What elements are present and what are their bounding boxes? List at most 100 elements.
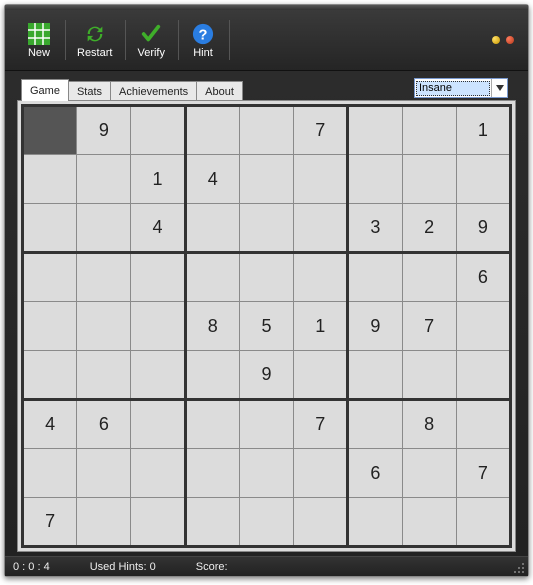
cell-7-0[interactable] <box>23 449 77 498</box>
cell-0-0[interactable] <box>23 106 77 155</box>
resize-grip[interactable] <box>513 562 525 574</box>
cell-3-7[interactable] <box>402 253 456 302</box>
cell-4-0[interactable] <box>23 302 77 351</box>
cell-7-8[interactable]: 7 <box>456 449 510 498</box>
cell-7-5[interactable] <box>294 449 348 498</box>
cell-1-4[interactable] <box>239 155 293 204</box>
cell-2-2[interactable]: 4 <box>131 204 185 253</box>
cell-8-6[interactable] <box>348 498 402 547</box>
refresh-icon <box>84 23 106 45</box>
cell-4-4[interactable]: 5 <box>239 302 293 351</box>
cell-6-6[interactable] <box>348 400 402 449</box>
cell-0-5[interactable]: 7 <box>294 106 348 155</box>
cell-3-6[interactable] <box>348 253 402 302</box>
cell-1-6[interactable] <box>348 155 402 204</box>
verify-button[interactable]: Verify <box>128 16 174 64</box>
cell-3-2[interactable] <box>131 253 185 302</box>
cell-8-8[interactable] <box>456 498 510 547</box>
cell-4-3[interactable]: 8 <box>185 302 239 351</box>
cell-1-3[interactable]: 4 <box>185 155 239 204</box>
cell-8-0[interactable]: 7 <box>23 498 77 547</box>
cell-6-0[interactable]: 4 <box>23 400 77 449</box>
cell-6-1[interactable]: 6 <box>77 400 131 449</box>
cell-3-1[interactable] <box>77 253 131 302</box>
verify-label: Verify <box>137 47 165 59</box>
cell-0-6[interactable] <box>348 106 402 155</box>
difficulty-select[interactable]: Insane <box>414 78 508 98</box>
cell-0-4[interactable] <box>239 106 293 155</box>
cell-5-6[interactable] <box>348 351 402 400</box>
cell-3-5[interactable] <box>294 253 348 302</box>
cell-1-5[interactable] <box>294 155 348 204</box>
cell-2-0[interactable] <box>23 204 77 253</box>
sudoku-grid: 97114432968519794678677 <box>21 104 512 548</box>
cell-5-4[interactable]: 9 <box>239 351 293 400</box>
status-hints: Used Hints: 0 <box>90 561 156 573</box>
cell-7-1[interactable] <box>77 449 131 498</box>
cell-6-5[interactable]: 7 <box>294 400 348 449</box>
cell-8-2[interactable] <box>131 498 185 547</box>
cell-4-5[interactable]: 1 <box>294 302 348 351</box>
cell-6-2[interactable] <box>131 400 185 449</box>
cell-0-2[interactable] <box>131 106 185 155</box>
cell-3-3[interactable] <box>185 253 239 302</box>
cell-6-7[interactable]: 8 <box>402 400 456 449</box>
cell-3-4[interactable] <box>239 253 293 302</box>
cell-1-0[interactable] <box>23 155 77 204</box>
cell-6-3[interactable] <box>185 400 239 449</box>
hint-button[interactable]: ? Hint <box>181 16 225 64</box>
check-icon <box>140 23 162 45</box>
minimize-icon[interactable] <box>492 36 500 44</box>
cell-2-3[interactable] <box>185 204 239 253</box>
restart-button[interactable]: Restart <box>68 16 121 64</box>
cell-8-4[interactable] <box>239 498 293 547</box>
cell-2-6[interactable]: 3 <box>348 204 402 253</box>
cell-6-8[interactable] <box>456 400 510 449</box>
cell-3-0[interactable] <box>23 253 77 302</box>
cell-2-7[interactable]: 2 <box>402 204 456 253</box>
cell-7-3[interactable] <box>185 449 239 498</box>
tab-achievements[interactable]: Achievements <box>110 81 197 101</box>
cell-5-7[interactable] <box>402 351 456 400</box>
cell-0-1[interactable]: 9 <box>77 106 131 155</box>
close-icon[interactable] <box>506 36 514 44</box>
cell-4-7[interactable]: 7 <box>402 302 456 351</box>
cell-7-6[interactable]: 6 <box>348 449 402 498</box>
cell-4-6[interactable]: 9 <box>348 302 402 351</box>
cell-2-5[interactable] <box>294 204 348 253</box>
cell-5-8[interactable] <box>456 351 510 400</box>
cell-0-3[interactable] <box>185 106 239 155</box>
cell-4-2[interactable] <box>131 302 185 351</box>
cell-5-0[interactable] <box>23 351 77 400</box>
cell-8-1[interactable] <box>77 498 131 547</box>
cell-2-1[interactable] <box>77 204 131 253</box>
cell-5-3[interactable] <box>185 351 239 400</box>
cell-7-4[interactable] <box>239 449 293 498</box>
new-button[interactable]: New <box>17 16 61 64</box>
cell-5-2[interactable] <box>131 351 185 400</box>
tab-game[interactable]: Game <box>21 79 69 101</box>
tab-about[interactable]: About <box>196 81 243 101</box>
cell-2-4[interactable] <box>239 204 293 253</box>
cell-1-1[interactable] <box>77 155 131 204</box>
cell-5-5[interactable] <box>294 351 348 400</box>
cell-8-7[interactable] <box>402 498 456 547</box>
board-panel: 97114432968519794678677 <box>17 100 516 552</box>
cell-5-1[interactable] <box>77 351 131 400</box>
cell-1-8[interactable] <box>456 155 510 204</box>
cell-0-7[interactable] <box>402 106 456 155</box>
cell-8-5[interactable] <box>294 498 348 547</box>
cell-4-1[interactable] <box>77 302 131 351</box>
cell-7-2[interactable] <box>131 449 185 498</box>
cell-1-2[interactable]: 1 <box>131 155 185 204</box>
cell-7-7[interactable] <box>402 449 456 498</box>
toolbar-separator <box>178 20 179 60</box>
tab-stats[interactable]: Stats <box>68 81 111 101</box>
cell-6-4[interactable] <box>239 400 293 449</box>
cell-8-3[interactable] <box>185 498 239 547</box>
cell-3-8[interactable]: 6 <box>456 253 510 302</box>
cell-0-8[interactable]: 1 <box>456 106 510 155</box>
cell-4-8[interactable] <box>456 302 510 351</box>
cell-1-7[interactable] <box>402 155 456 204</box>
cell-2-8[interactable]: 9 <box>456 204 510 253</box>
